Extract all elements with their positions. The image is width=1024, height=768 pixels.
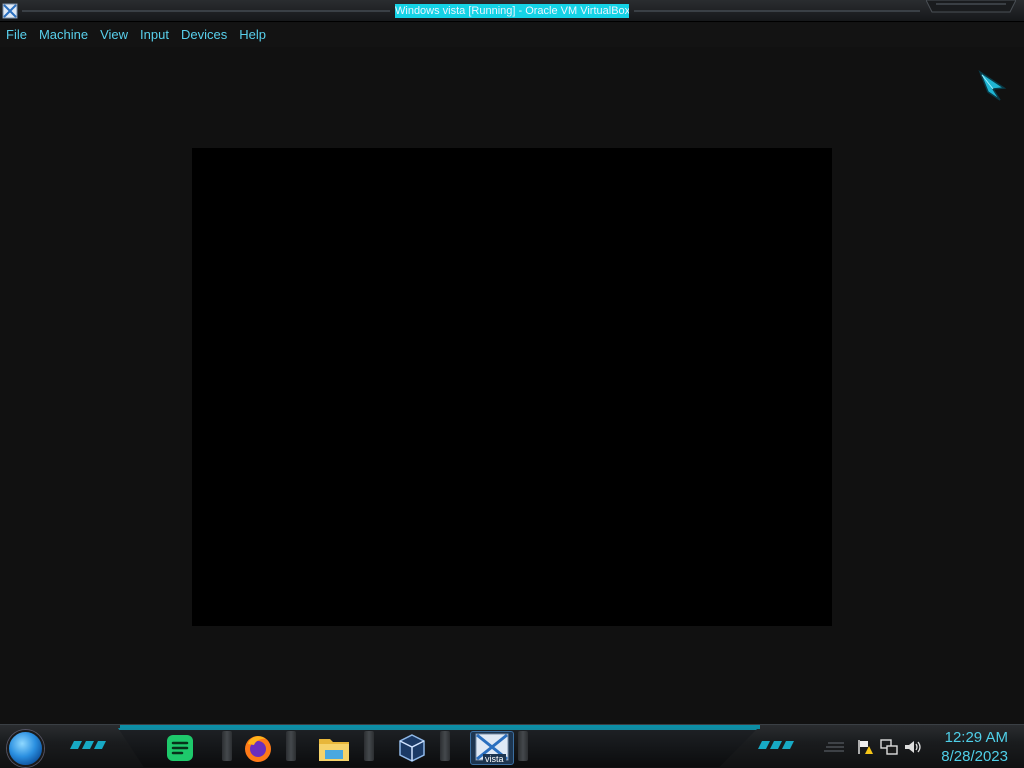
chevron-decor-icon xyxy=(758,741,794,749)
titlebar-decor-left xyxy=(22,10,390,12)
taskbar-dock xyxy=(118,728,758,767)
windows-orb-icon[interactable] xyxy=(7,730,44,767)
notes-app-icon[interactable] xyxy=(162,731,198,765)
taskbar: vista 12:29 AM 8/28/2023 xyxy=(0,724,1024,768)
action-center-flag-icon[interactable] xyxy=(856,739,874,755)
menu-machine[interactable]: Machine xyxy=(39,24,88,46)
vm-display-area[interactable] xyxy=(0,47,1024,724)
titlebar-decor-right xyxy=(634,10,920,12)
window-controls[interactable] xyxy=(925,0,1017,14)
taskbar-clock[interactable]: 12:29 AM 8/28/2023 xyxy=(918,728,1008,766)
window-titlebar[interactable]: Windows vista [Running] - Oracle VM Virt… xyxy=(0,0,1024,22)
dock-separator xyxy=(440,731,450,761)
vm-guest-screen[interactable] xyxy=(192,148,832,626)
mouse-cursor-icon xyxy=(978,70,1007,102)
dock-separator xyxy=(286,731,296,761)
window-title: Windows vista [Running] - Oracle VM Virt… xyxy=(395,4,629,18)
network-icon[interactable] xyxy=(880,739,898,755)
dock-separator xyxy=(364,731,374,761)
grip-lines-icon xyxy=(824,742,844,752)
file-explorer-icon[interactable] xyxy=(316,731,352,765)
menu-bar: File Machine View Input Devices Help xyxy=(0,23,1024,47)
menu-view[interactable]: View xyxy=(100,24,128,46)
virtualbox-icon[interactable] xyxy=(2,3,18,19)
dock-separator xyxy=(518,731,528,761)
clock-date: 8/28/2023 xyxy=(941,748,1008,765)
virtualbox-manager-icon[interactable] xyxy=(394,731,430,765)
dock-separator xyxy=(222,731,232,761)
vista-vm-icon[interactable]: vista xyxy=(470,731,514,765)
menu-input[interactable]: Input xyxy=(140,24,169,46)
menu-file[interactable]: File xyxy=(6,24,27,46)
menu-devices[interactable]: Devices xyxy=(181,24,227,46)
clock-time: 12:29 AM xyxy=(944,729,1008,746)
chevron-decor-icon xyxy=(70,741,106,749)
vista-vm-label: vista xyxy=(483,754,506,764)
menu-help[interactable]: Help xyxy=(239,24,266,46)
firefox-icon[interactable] xyxy=(240,731,276,765)
